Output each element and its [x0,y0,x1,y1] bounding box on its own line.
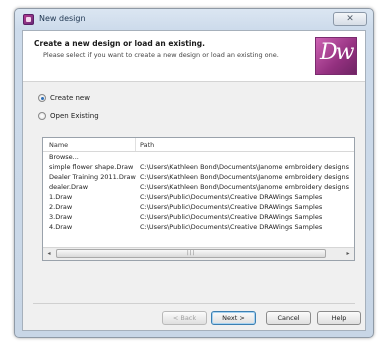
row-path: C:\Users\Public\Documents\Creative DRAWi… [140,213,323,221]
open-existing-option[interactable]: Open Existing [38,111,99,121]
horizontal-scrollbar[interactable]: ◂ ||| ▸ [43,247,354,260]
row-name: Dealer Training 2011.Draw [49,173,136,181]
column-separator[interactable] [135,138,136,151]
list-header: Name Path [43,138,354,152]
scroll-right-icon[interactable]: ▸ [342,248,354,259]
cancel-button[interactable]: Cancel [266,311,311,325]
row-path: C:\Users\Kathleen Bond\Documents\Janome … [140,183,350,191]
row-name: 4.Draw [49,223,73,231]
open-existing-label[interactable]: Open Existing [50,112,99,120]
radio-selected-icon[interactable] [38,94,46,102]
list-row[interactable]: 4.Draw C:\Users\Public\Documents\Creativ… [43,223,354,232]
row-path: C:\Users\Public\Documents\Creative DRAWi… [140,223,323,231]
column-header-name[interactable]: Name [49,141,68,149]
row-path: C:\Users\Kathleen Bond\Documents\Janome … [140,163,350,171]
list-row[interactable]: dealer.Draw C:\Users\Kathleen Bond\Docum… [43,183,354,192]
create-new-option[interactable]: Create new [38,93,90,103]
scroll-thumb[interactable]: ||| [56,249,326,258]
list-row[interactable]: simple flower shape.Draw C:\Users\Kathle… [43,163,354,172]
dialog-header: Create a new design or load an existing.… [23,31,365,82]
list-row[interactable]: 2.Draw C:\Users\Public\Documents\Creativ… [43,203,354,212]
header-title: Create a new design or load an existing. [34,39,205,48]
column-header-path[interactable]: Path [140,141,154,149]
list-row[interactable]: Dealer Training 2011.Draw C:\Users\Kathl… [43,173,354,182]
scroll-left-icon[interactable]: ◂ [43,248,55,259]
dialog-content: Create a new design or load an existing.… [22,30,366,331]
row-path: C:\Users\Kathleen Bond\Documents\Janome … [140,173,350,181]
close-icon: ✕ [346,14,354,24]
help-button[interactable]: Help [317,311,361,325]
row-name: simple flower shape.Draw [49,163,134,171]
radio-unselected-icon[interactable] [38,112,46,120]
list-row[interactable]: 1.Draw C:\Users\Public\Documents\Creativ… [43,193,354,202]
close-button[interactable]: ✕ [333,12,367,26]
new-design-dialog: New design ✕ Create a new design or load… [14,8,374,338]
row-name: Browse... [49,153,79,161]
row-path: C:\Users\Public\Documents\Creative DRAWi… [140,203,323,211]
row-name: 1.Draw [49,193,73,201]
row-name: dealer.Draw [49,183,89,191]
row-name: 2.Draw [49,203,73,211]
logo-text: Dw [320,40,355,65]
title-bar[interactable]: New design ✕ [15,9,373,29]
next-button[interactable]: Next > [211,311,256,325]
app-logo-icon [23,14,34,25]
window-title: New design [39,14,86,23]
recent-designs-list[interactable]: Name Path Browse... simple flower shape.… [42,137,355,261]
list-row-browse[interactable]: Browse... [43,153,354,162]
list-row[interactable]: 3.Draw C:\Users\Public\Documents\Creativ… [43,213,354,222]
row-name: 3.Draw [49,213,73,221]
back-button[interactable]: < Back [162,311,207,325]
header-subtitle: Please select if you want to create a ne… [43,51,279,59]
create-new-label[interactable]: Create new [50,94,90,102]
brand-logo: Dw [315,37,357,75]
row-path: C:\Users\Public\Documents\Creative DRAWi… [140,193,323,201]
footer-divider [33,303,355,304]
